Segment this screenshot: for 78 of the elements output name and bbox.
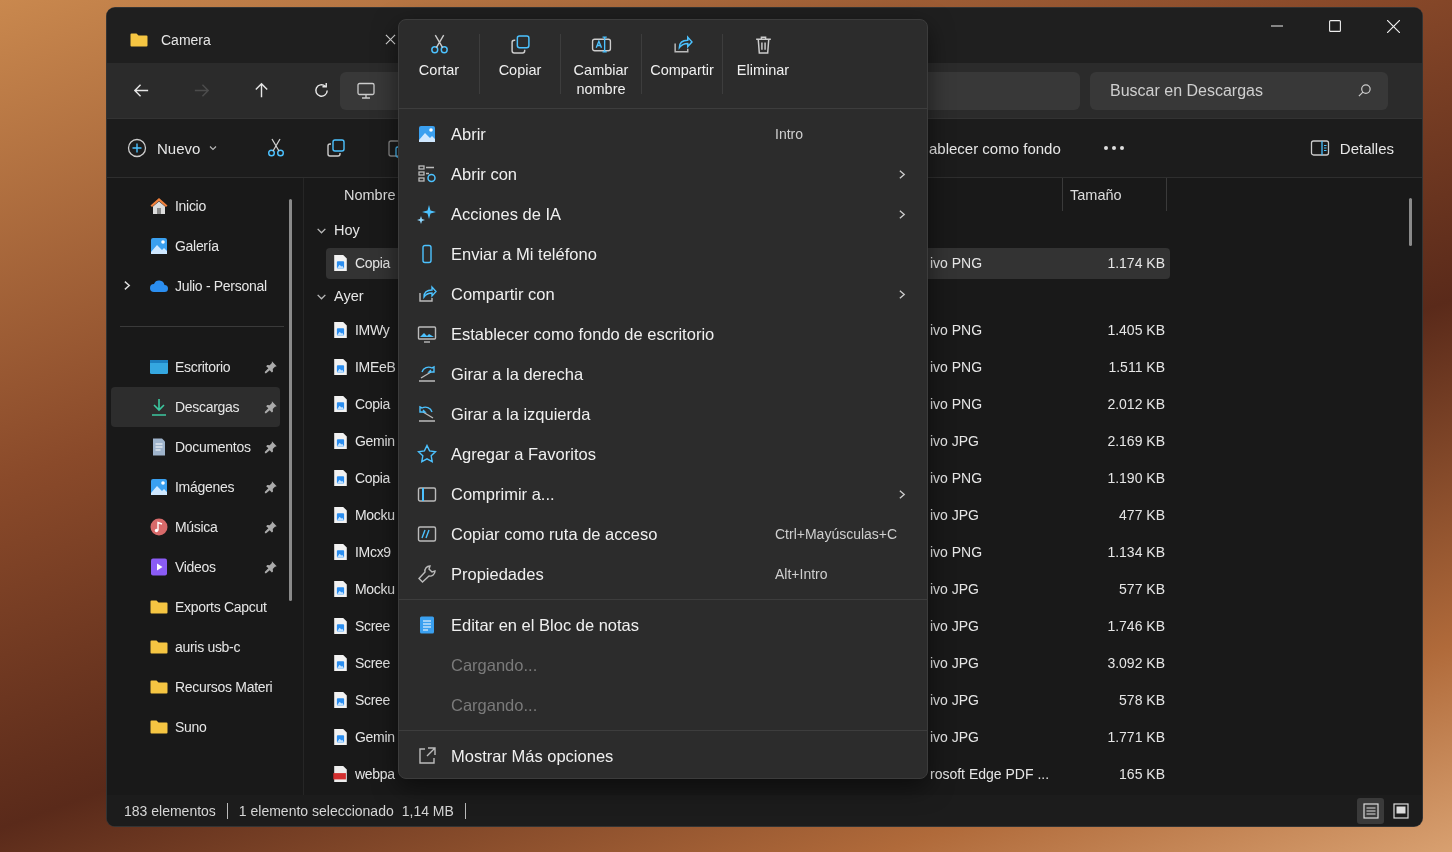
file-type: ivo PNG: [929, 543, 984, 560]
file-type: ivo PNG: [929, 395, 984, 412]
sidebar-label: Descargas: [174, 399, 241, 415]
file-name: IMcx9: [355, 543, 392, 560]
file-name: Scree: [355, 691, 392, 708]
file-type: ivo JPG: [929, 654, 980, 671]
file-type: ivo PNG: [929, 469, 984, 486]
shortcut-text: Intro: [775, 126, 804, 142]
file-size: 2.169 KB: [1106, 432, 1165, 449]
menu-item-label: Establecer como fondo de escritorio: [451, 324, 716, 344]
menu-item-label: Comprimir a...: [451, 484, 556, 504]
tab-title: Camera: [161, 31, 212, 48]
menu-item-label: Girar a la izquierda: [451, 404, 592, 424]
menu-item-label: Mostrar Más opciones: [451, 746, 615, 766]
file-name: IMWy: [355, 321, 391, 338]
menu-item-label: Agregar a Favoritos: [451, 444, 597, 464]
sidebar-label: Inicio: [174, 198, 207, 214]
menu-item-label: Propiedades: [451, 564, 545, 584]
sidebar-label: auris usb-c: [174, 639, 242, 655]
file-size: 1.174 KB: [1106, 255, 1165, 271]
sidebar-label: Imágenes: [174, 479, 236, 495]
sidebar-label: Videos: [174, 559, 217, 575]
shortcut-text: Alt+Intro: [775, 566, 829, 582]
file-name: IMEeB: [355, 358, 397, 375]
file-size: 1.405 KB: [1106, 321, 1165, 338]
file-size: 477 KB: [1118, 506, 1165, 523]
sidebar-label: Galería: [174, 238, 220, 254]
file-name: Copia: [355, 395, 392, 412]
sidebar-label: Música: [174, 519, 219, 535]
sidebar-label: Recursos Materi: [174, 679, 274, 695]
menu-item-label: Enviar a Mi teléfono: [451, 244, 598, 264]
file-size: 577 KB: [1118, 580, 1165, 597]
menu-item-label: Cargando...: [451, 655, 539, 675]
file-size: 165 KB: [1118, 765, 1165, 782]
menu-item-label: Compartir con: [451, 284, 556, 304]
file-size: 1.771 KB: [1106, 728, 1165, 745]
file-size: 1.190 KB: [1106, 469, 1165, 486]
file-size: 3.092 KB: [1106, 654, 1165, 671]
sidebar-label: Suno: [174, 719, 208, 735]
file-type: ivo JPG: [929, 691, 980, 708]
file-name: Copia: [355, 255, 392, 271]
file-type: ivo JPG: [929, 728, 980, 745]
menu-item-label: Abrir: [451, 124, 487, 144]
menu-item-label: Copiar como ruta de acceso: [451, 524, 659, 544]
file-type: ivo JPG: [929, 506, 980, 523]
menu-item-label: Abrir con: [451, 164, 519, 184]
file-name: Scree: [355, 654, 392, 671]
file-type: ivo PNG: [929, 358, 984, 375]
shortcut-text: Ctrl+Mayúsculas+C: [775, 526, 899, 542]
file-size: 1.134 KB: [1106, 543, 1165, 560]
file-name: webpa: [355, 765, 396, 782]
menu-item-label: Editar en el Bloc de notas: [451, 615, 641, 635]
menu-item-label: Girar a la derecha: [451, 364, 585, 384]
file-type: rosoft Edge PDF ...: [929, 765, 1051, 782]
file-name: Copia: [355, 469, 392, 486]
selection-size: 1,14 MB: [401, 802, 454, 819]
file-name: Mocku: [355, 580, 396, 597]
file-name: Gemin: [355, 728, 396, 745]
menu-item-label: Cargando...: [451, 695, 539, 715]
file-type: ivo JPG: [929, 432, 980, 449]
sidebar-label: Julio - Personal: [174, 278, 268, 294]
file-type: ivo PNG: [929, 321, 984, 338]
file-name: Gemin: [355, 432, 396, 449]
sidebar-label: Documentos: [174, 439, 252, 455]
selection-count: 1 elemento seleccionado: [238, 802, 394, 819]
file-name: Scree: [355, 617, 392, 634]
file-name: Mocku: [355, 506, 396, 523]
file-type: ivo JPG: [929, 617, 980, 634]
sidebar-label: Exports Capcut: [174, 599, 268, 615]
file-size: 1.746 KB: [1106, 617, 1165, 634]
menu-item-label: Acciones de IA: [451, 204, 563, 224]
file-type: ivo JPG: [929, 580, 980, 597]
sidebar-label: Escritorio: [174, 359, 232, 375]
file-size: 1.511 KB: [1107, 358, 1165, 375]
file-size: 2.012 KB: [1106, 395, 1165, 412]
item-count: 183 elementos: [124, 802, 216, 819]
file-size: 578 KB: [1118, 691, 1165, 708]
file-type: ivo PNG: [929, 255, 984, 271]
